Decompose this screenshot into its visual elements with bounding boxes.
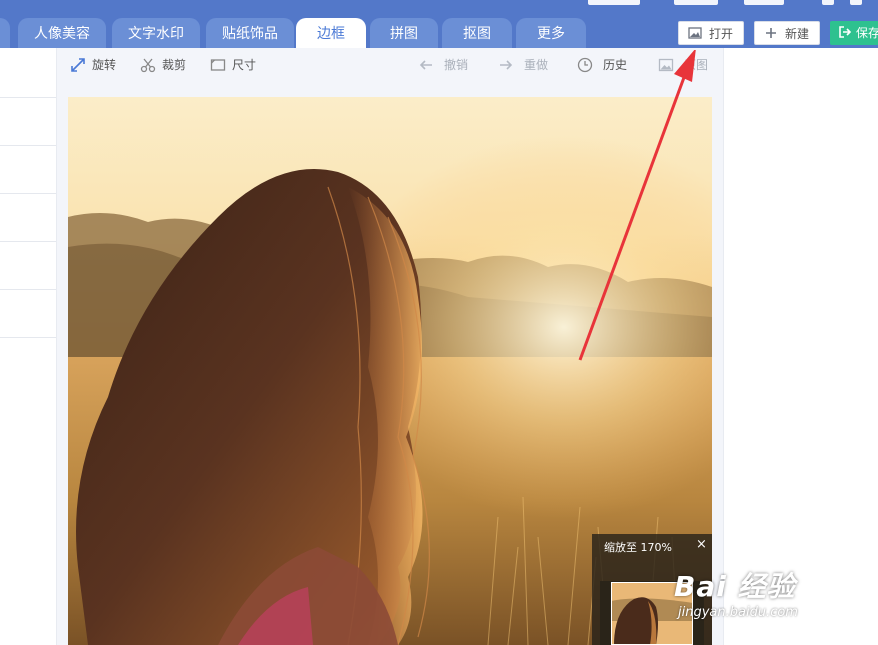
save-button[interactable]: 保存 (830, 21, 878, 45)
size-button[interactable]: 尺寸 (210, 56, 262, 74)
redo-button[interactable]: 重做 (498, 56, 550, 74)
left-panel-divider (0, 97, 56, 98)
open-button-label: 打开 (709, 27, 734, 41)
rotate-icon (71, 58, 85, 72)
export-icon (839, 26, 852, 38)
image-icon (688, 27, 702, 39)
new-button-label: 新建 (785, 27, 810, 41)
image-icon (658, 58, 674, 72)
original-image-button[interactable]: 原图 (658, 56, 712, 74)
tab-previous[interactable] (0, 18, 10, 48)
left-panel-divider (0, 241, 56, 242)
scissors-icon (140, 58, 156, 73)
crop-label: 裁剪 (162, 58, 187, 72)
tab-text-watermark[interactable]: 文字水印 (112, 18, 200, 48)
undo-button[interactable]: 撤销 (418, 56, 470, 74)
undo-arrow-icon (419, 60, 432, 70)
tab-cutout[interactable]: 抠图 (442, 18, 512, 48)
left-panel-divider (0, 337, 56, 338)
tab-portrait-beauty[interactable]: 人像美容 (18, 18, 106, 48)
top-tab-bar: 人像美容 文字水印 贴纸饰品 边框 拼图 抠图 更多 打开 新建 保存 (0, 0, 878, 48)
original-image-label: 原图 (684, 58, 709, 72)
zoom-level-label: 缩放至 170% (604, 541, 672, 554)
open-button[interactable]: 打开 (678, 21, 744, 45)
left-panel-divider (0, 145, 56, 146)
clock-icon (577, 57, 593, 73)
tab-border[interactable]: 边框 (296, 18, 366, 48)
history-label: 历史 (603, 58, 628, 72)
tab-more[interactable]: 更多 (516, 18, 586, 48)
plus-icon (766, 28, 776, 38)
redo-arrow-icon (500, 60, 513, 70)
redo-label: 重做 (524, 58, 549, 72)
rotate-label: 旋转 (92, 58, 117, 72)
watermark-url: jingyan.baidu.com (678, 605, 798, 620)
left-panel-divider (0, 193, 56, 194)
crop-button[interactable]: 裁剪 (140, 56, 192, 74)
tab-stickers[interactable]: 贴纸饰品 (206, 18, 294, 48)
undo-label: 撤销 (444, 58, 469, 72)
top-menu-strip (0, 0, 878, 8)
resize-icon (210, 59, 226, 71)
history-button[interactable]: 历史 (577, 56, 631, 74)
close-icon[interactable]: × (696, 537, 707, 552)
size-label: 尺寸 (232, 58, 257, 72)
new-button[interactable]: 新建 (754, 21, 820, 45)
save-button-label: 保存 (856, 26, 878, 40)
right-panel (723, 48, 878, 645)
left-panel-divider (0, 289, 56, 290)
rotate-button[interactable]: 旋转 (70, 56, 122, 74)
baidu-jingyan-logo: Bai 经验 (674, 570, 796, 603)
tab-collage[interactable]: 拼图 (370, 18, 438, 48)
left-panel (0, 48, 57, 645)
